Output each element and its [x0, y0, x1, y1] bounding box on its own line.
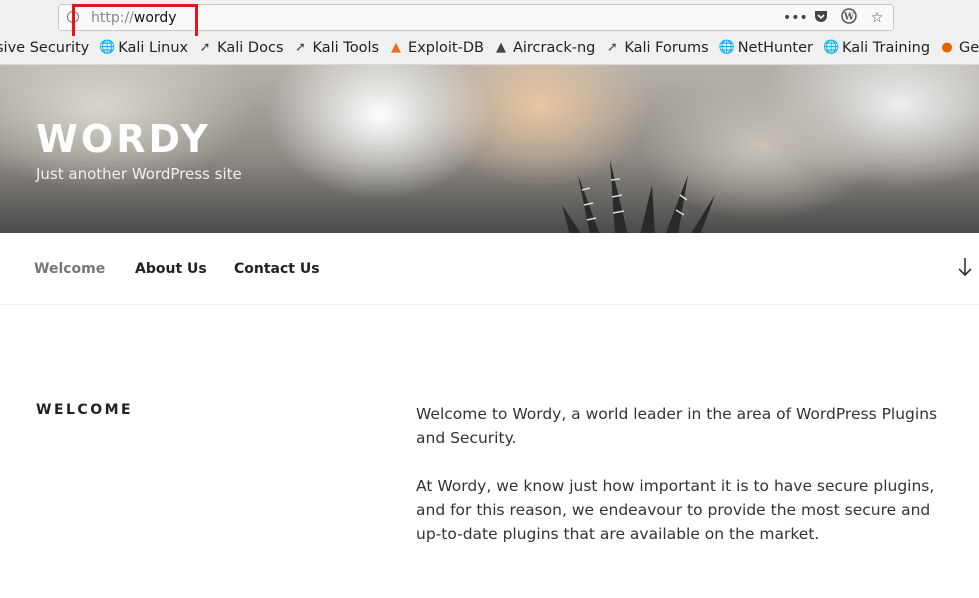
kali-icon: ➚	[295, 40, 306, 55]
main-navigation: Welcome About Us Contact Us	[0, 233, 979, 305]
globe-icon: 🌐	[823, 40, 840, 55]
exploitdb-icon: ▲	[391, 40, 402, 55]
bookmark-kali-tools[interactable]: ➚ Kali Tools	[294, 40, 380, 56]
bookmark-kali-linux[interactable]: 🌐 Kali Linux	[99, 40, 188, 56]
bookmark-label: sive Security	[0, 40, 90, 56]
nav-item-welcome[interactable]: Welcome	[34, 261, 105, 277]
page-actions-icon[interactable]: •••	[783, 8, 808, 28]
bookmark-offensive-security[interactable]: sive Security	[0, 40, 89, 56]
url-actions: ••• W ☆	[783, 8, 887, 28]
wordpress-icon[interactable]: W	[839, 8, 859, 28]
plant-image	[562, 160, 715, 233]
scroll-down-arrow-icon[interactable]	[958, 257, 972, 282]
bookmark-kali-docs[interactable]: ➚ Kali Docs	[198, 40, 284, 56]
page-heading: WELCOME	[36, 402, 134, 418]
content-paragraph: Welcome to Wordy, a world leader in the …	[416, 405, 938, 447]
bookmark-star-icon[interactable]: ☆	[867, 8, 887, 28]
url-highlight-box	[72, 4, 198, 39]
bookmark-label: NetHunter	[737, 40, 813, 56]
bookmark-label: Kali Linux	[118, 40, 189, 56]
page-content: Welcome to Wordy, a world leader in the …	[416, 402, 946, 570]
nav-item-about-us[interactable]: About Us	[135, 261, 207, 277]
bookmark-label: Kali Docs	[217, 40, 284, 56]
globe-icon: 🌐	[99, 40, 116, 55]
bookmark-label: Kali Training	[842, 40, 931, 56]
bookmark-kali-forums[interactable]: ➚ Kali Forums	[605, 40, 709, 56]
bookmark-kali-training[interactable]: 🌐 Kali Training	[823, 40, 930, 56]
bookmark-label: Aircrack-ng	[512, 40, 596, 56]
content-paragraph: At Wordy, we know just how important it …	[416, 477, 935, 543]
bookmark-nethunter[interactable]: 🌐 NetHunter	[719, 40, 813, 56]
pocket-icon[interactable]	[811, 8, 831, 28]
bookmark-label: Exploit-DB	[408, 40, 484, 56]
kali-icon: ➚	[606, 40, 618, 55]
bookmarks-bar: sive Security 🌐 Kali Linux ➚ Kali Docs ➚ Ka…	[0, 36, 979, 65]
firefox-icon: ●	[941, 40, 953, 55]
bookmark-label: Gettin	[959, 40, 979, 56]
bookmark-label: Kali Tools	[312, 40, 380, 56]
bookmark-aircrack-ng[interactable]: ▲ Aircrack-ng	[494, 40, 595, 56]
browser-toolbar: i http://wordy ••• W ☆	[0, 0, 979, 39]
site-tagline: Just another WordPress site	[36, 165, 242, 183]
kali-icon: ➚	[199, 40, 211, 55]
aircrack-icon: ▲	[495, 40, 506, 55]
header-image: WORDY Just another WordPress site	[0, 65, 979, 233]
site-title[interactable]: WORDY	[36, 117, 211, 161]
globe-icon: 🌐	[718, 40, 735, 55]
bookmark-exploit-db[interactable]: ▲ Exploit-DB	[389, 40, 484, 56]
bookmark-getting-started[interactable]: ● Gettin	[940, 40, 979, 56]
bookmark-label: Kali Forums	[624, 40, 709, 56]
svg-text:W: W	[843, 13, 855, 23]
nav-item-contact-us[interactable]: Contact Us	[234, 261, 320, 277]
